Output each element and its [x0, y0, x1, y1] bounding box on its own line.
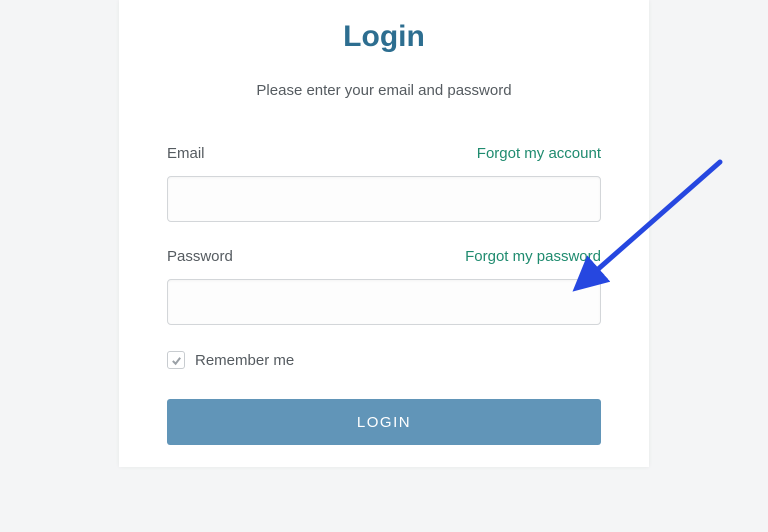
remember-me-row: Remember me: [167, 351, 601, 369]
page-title: Login: [167, 20, 601, 54]
email-label-row: Email Forgot my account: [167, 145, 601, 162]
login-card: Login Please enter your email and passwo…: [119, 0, 649, 467]
email-input[interactable]: [167, 176, 601, 222]
forgot-password-link[interactable]: Forgot my password: [465, 248, 601, 265]
password-input[interactable]: [167, 279, 601, 325]
email-label: Email: [167, 145, 205, 162]
forgot-account-link[interactable]: Forgot my account: [477, 145, 601, 162]
check-icon: [171, 355, 182, 366]
remember-me-checkbox[interactable]: [167, 351, 185, 369]
password-label-row: Password Forgot my password: [167, 248, 601, 265]
remember-me-label[interactable]: Remember me: [195, 352, 294, 369]
login-button[interactable]: LOGIN: [167, 399, 601, 445]
page-subtitle: Please enter your email and password: [167, 82, 601, 99]
password-label: Password: [167, 248, 233, 265]
